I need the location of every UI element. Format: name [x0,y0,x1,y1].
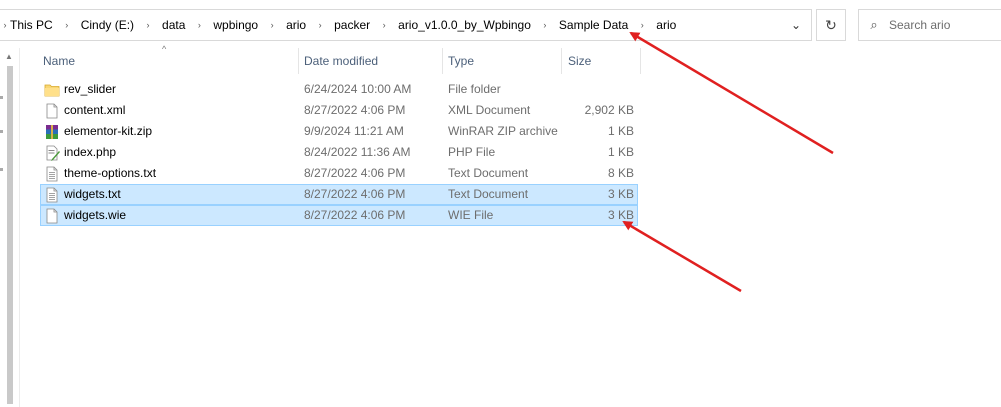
file-name: rev_slider [64,82,117,96]
nav-pane-marker [0,96,3,99]
file-date-modified: 6/24/2024 10:00 AM [304,82,412,96]
chevron-right-icon[interactable]: › [0,20,10,30]
address-bar[interactable]: › This PC › Cindy (E:) › data › wpbingo … [0,9,812,41]
breadcrumb: › This PC › Cindy (E:) › data › wpbingo … [0,10,677,40]
file-type: Text Document [448,166,529,180]
chevron-right-icon[interactable]: › [531,20,559,30]
php-file-icon [44,145,60,161]
search-box[interactable]: ⌕ Search ario [858,9,1001,41]
file-row[interactable]: elementor-kit.zip 9/9/2024 11:21 AM WinRAR… [40,121,638,142]
column-divider[interactable] [640,48,641,74]
file-date-modified: 8/27/2022 4:06 PM [304,187,406,201]
column-divider[interactable] [561,48,562,74]
search-input[interactable]: Search ario [889,18,950,32]
text-file-icon [44,166,60,182]
folder-icon [44,82,60,98]
file-name: widgets.txt [64,187,121,201]
chevron-right-icon[interactable]: › [306,20,334,30]
annotation-arrow [622,220,742,293]
column-header-size[interactable]: Size [568,48,638,74]
annotation-arrow [629,31,834,155]
breadcrumb-item-current[interactable]: ario [656,18,676,32]
text-file-icon [44,187,60,203]
chevron-right-icon[interactable]: › [258,20,286,30]
column-header-type[interactable]: Type [448,48,558,74]
file-size: 3 KB [607,187,634,201]
winrar-archive-icon [44,124,60,140]
chevron-right-icon[interactable]: › [370,20,398,30]
file-type: XML Document [448,103,531,117]
file-size: 2,902 KB [584,103,634,117]
file-size: 8 KB [607,166,634,180]
file-type: PHP File [448,145,496,159]
breadcrumb-item[interactable]: wpbingo [213,18,258,32]
file-type: Text Document [448,187,529,201]
file-name: widgets.wie [64,208,127,222]
file-size: 1 KB [607,124,634,138]
file-size: 3 KB [607,208,634,222]
file-date-modified: 8/27/2022 4:06 PM [304,208,406,222]
column-divider[interactable] [442,48,443,74]
breadcrumb-item[interactable]: Cindy (E:) [81,18,134,32]
navigation-pane-scrollbar[interactable]: ▲ [0,48,20,407]
breadcrumb-item[interactable]: packer [334,18,370,32]
chevron-right-icon[interactable]: › [185,20,213,30]
file-name: content.xml [64,103,126,117]
file-size [561,80,634,99]
file-date-modified: 8/27/2022 4:06 PM [304,166,406,180]
chevron-right-icon[interactable]: › [628,20,656,30]
scrollbar-thumb[interactable] [7,66,13,404]
chevron-down-icon: ⌄ [790,18,802,32]
blank-file-icon [44,208,60,224]
address-history-dropdown[interactable]: ⌄ [783,10,809,40]
column-divider[interactable] [298,48,299,74]
file-row[interactable]: widgets.wie 8/27/2022 4:06 PM WIE File 3 KB [40,205,638,226]
file-type: WinRAR ZIP archive [448,124,558,138]
file-date-modified: 9/9/2024 11:21 AM [304,124,404,138]
file-row[interactable]: widgets.txt 8/27/2022 4:06 PM Text Documen… [40,184,638,205]
column-header-date-modified[interactable]: Date modified [304,48,440,74]
file-type: File folder [448,82,501,96]
file-type: WIE File [448,208,494,222]
nav-pane-marker [0,168,3,171]
file-row[interactable]: theme-options.txt 8/27/2022 4:06 PM Text D… [40,163,638,184]
file-name: elementor-kit.zip [64,124,153,138]
xml-file-icon [44,103,60,119]
nav-pane-marker [0,130,3,133]
scroll-up-arrow-icon[interactable]: ▲ [5,52,13,61]
breadcrumb-item[interactable]: ario_v1.0.0_by_Wpbingo [398,18,531,32]
file-name: theme-options.txt [64,166,157,180]
breadcrumb-item[interactable]: This PC [10,18,53,32]
refresh-button[interactable]: ↻ [816,9,846,41]
file-row[interactable]: content.xml 8/27/2022 4:06 PM XML Document… [40,100,638,121]
breadcrumb-item[interactable]: Sample Data [559,18,628,32]
chevron-right-icon[interactable]: › [53,20,81,30]
chevron-right-icon[interactable]: › [134,20,162,30]
file-date-modified: 8/27/2022 4:06 PM [304,103,406,117]
file-date-modified: 8/24/2022 11:36 AM [304,145,411,159]
file-name: index.php [64,145,117,159]
file-row[interactable]: rev_slider 6/24/2024 10:00 AM File folder [40,79,638,100]
breadcrumb-item[interactable]: ario [286,18,306,32]
refresh-icon: ↻ [825,16,837,33]
breadcrumb-item[interactable]: data [162,18,185,32]
file-size: 1 KB [607,145,634,159]
search-icon: ⌕ [870,17,878,32]
file-row[interactable]: index.php 8/24/2022 11:36 AM PHP File 1 KB [40,142,638,163]
column-header-name[interactable]: Name [43,48,298,74]
